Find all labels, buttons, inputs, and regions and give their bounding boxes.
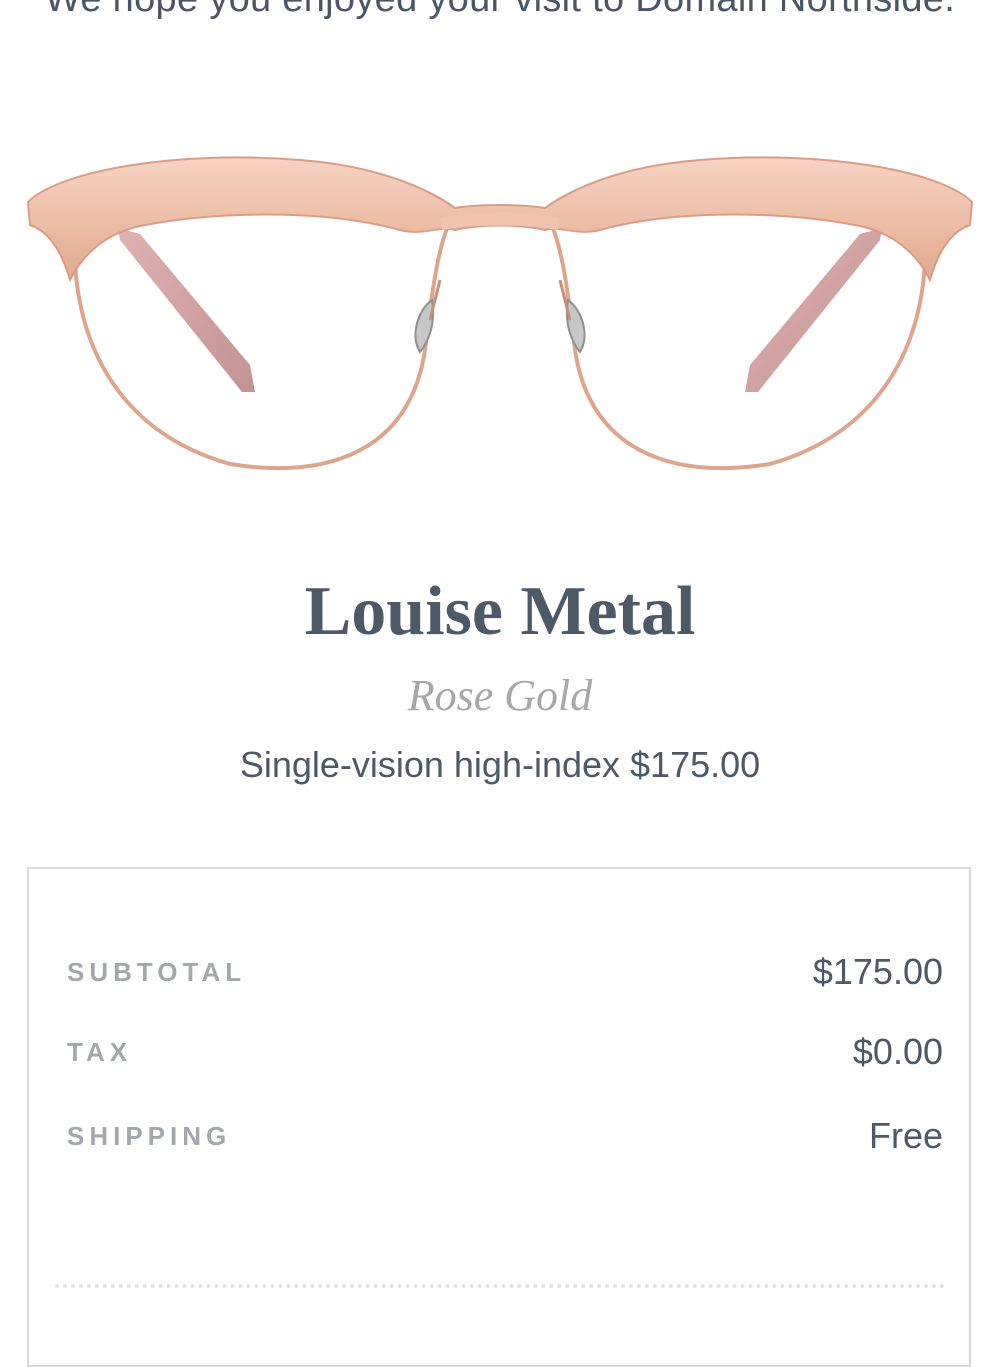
shipping-row: SHIPPING Free <box>67 1115 943 1157</box>
summary-divider <box>55 1284 945 1288</box>
order-summary-box: SUBTOTAL $175.00 TAX $0.00 SHIPPING Free <box>27 867 971 1367</box>
visit-message: We hope you enjoyed your visit to Domain… <box>0 0 1000 21</box>
tax-value: $0.00 <box>852 1031 943 1072</box>
subtotal-value: $175.00 <box>812 951 943 992</box>
shipping-label: SHIPPING <box>67 1120 232 1151</box>
nose-pad-left <box>414 279 442 354</box>
eyeglasses-image <box>26 156 974 471</box>
tax-label: TAX <box>67 1036 133 1067</box>
product-name: Louise Metal <box>304 573 696 650</box>
shipping-value: Free <box>868 1115 943 1156</box>
product-lens-price: Single-vision high-index $175.00 <box>239 744 761 785</box>
subtotal-row: SUBTOTAL $175.00 <box>67 951 943 993</box>
tax-row: TAX $0.00 <box>67 1031 943 1073</box>
nose-pad-right <box>558 279 586 354</box>
subtotal-label: SUBTOTAL <box>67 956 247 987</box>
product-color: Rose Gold <box>407 671 593 720</box>
